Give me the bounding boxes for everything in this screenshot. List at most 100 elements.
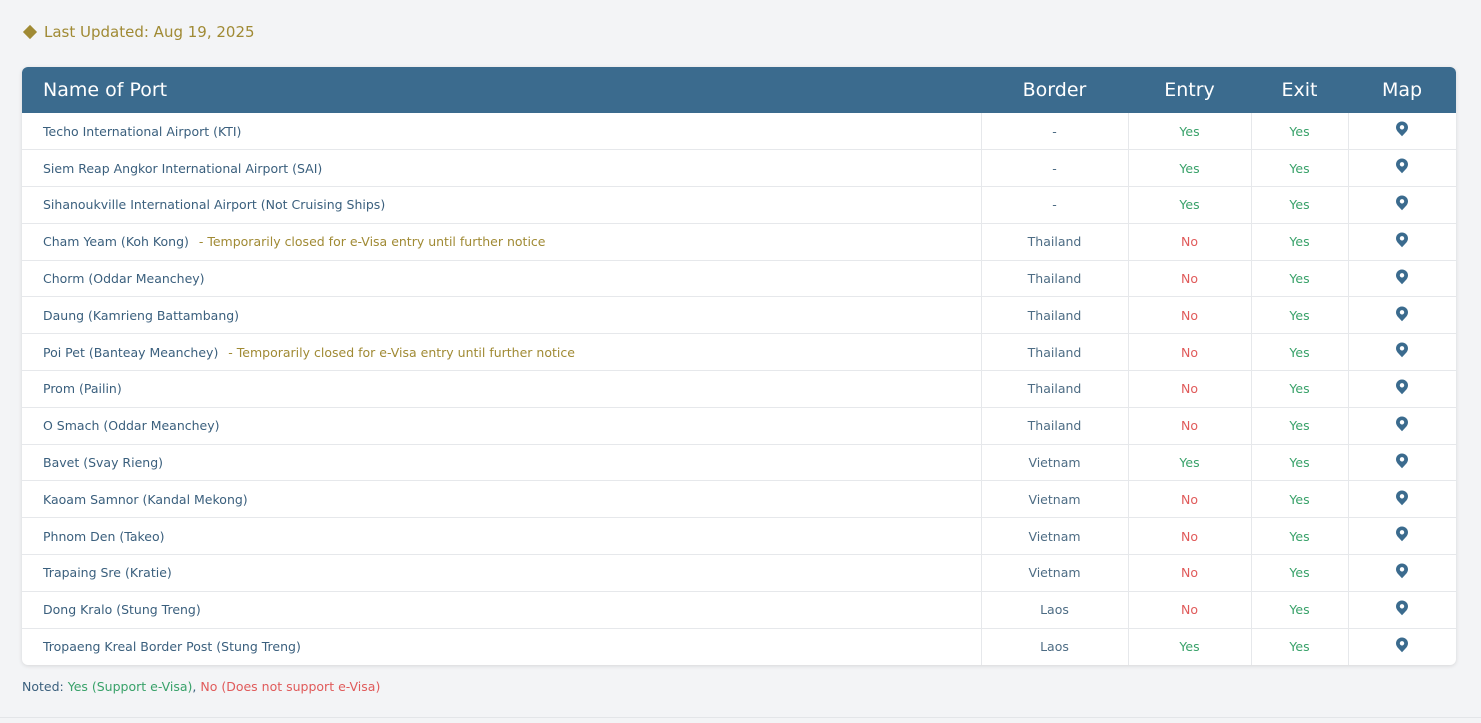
entry-cell: Yes xyxy=(1127,628,1251,665)
map-pin-icon[interactable] xyxy=(1395,490,1409,506)
table-row: Sihanoukville International Airport (Not… xyxy=(22,186,1456,224)
entry-cell: Yes xyxy=(1127,186,1251,224)
map-pin-icon[interactable] xyxy=(1395,453,1409,469)
table-row: Kaoam Samnor (Kandal Mekong) Vietnam No Yes xyxy=(22,480,1456,518)
map-pin-icon[interactable] xyxy=(1395,269,1409,285)
table-row: Chorm (Oddar Meanchey) Thailand No Yes xyxy=(22,260,1456,297)
column-header-exit: Exit xyxy=(1281,79,1318,101)
map-cell xyxy=(1347,517,1456,555)
table-row: Daung (Kamrieng Battambang) Thailand No Yes xyxy=(22,296,1456,334)
border-cell: Thailand xyxy=(980,407,1128,445)
entry-cell: No xyxy=(1127,333,1251,371)
border-cell: Laos xyxy=(980,591,1128,629)
border-cell: Thailand xyxy=(980,333,1128,371)
map-pin-icon[interactable] xyxy=(1395,416,1409,432)
table-header-row: Name of Port Border Entry Exit Map xyxy=(22,67,1456,113)
exit-cell: Yes xyxy=(1250,444,1348,481)
column-header-name: Name of Port xyxy=(43,79,168,101)
border-cell: Vietnam xyxy=(980,444,1128,481)
ports-table: Name of Port Border Entry Exit Map Techo… xyxy=(22,67,1456,665)
port-name: Prom (Pailin) xyxy=(43,381,122,397)
border-cell: Vietnam xyxy=(980,517,1128,555)
entry-cell: No xyxy=(1127,480,1251,518)
port-name-cell: Sihanoukville International Airport (Not… xyxy=(22,187,981,224)
border-cell: Vietnam xyxy=(980,554,1128,592)
table-row: Tropaeng Kreal Border Post (Stung Treng)… xyxy=(22,628,1456,665)
map-pin-icon[interactable] xyxy=(1395,637,1409,653)
exit-cell: Yes xyxy=(1250,186,1348,224)
map-cell xyxy=(1347,407,1456,445)
border-cell: Thailand xyxy=(980,370,1128,408)
closure-notice: - Temporarily closed for e-Visa entry un… xyxy=(194,234,546,250)
map-pin-icon[interactable] xyxy=(1395,563,1409,579)
port-name: Techo International Airport (KTI) xyxy=(43,123,242,139)
border-cell: - xyxy=(980,149,1128,187)
exit-cell: Yes xyxy=(1250,370,1348,408)
map-pin-icon[interactable] xyxy=(1395,379,1409,395)
port-name-cell: Tropaeng Kreal Border Post (Stung Treng) xyxy=(22,628,981,665)
border-cell: - xyxy=(980,113,1128,150)
exit-cell: Yes xyxy=(1250,223,1348,261)
entry-cell: Yes xyxy=(1127,149,1251,187)
entry-cell: No xyxy=(1127,223,1251,261)
map-cell xyxy=(1347,296,1456,334)
port-name: Dong Kralo (Stung Treng) xyxy=(43,602,201,618)
map-pin-icon[interactable] xyxy=(1395,195,1409,211)
map-pin-icon[interactable] xyxy=(1395,232,1409,248)
table-row: Siem Reap Angkor International Airport (… xyxy=(22,149,1456,187)
port-name-cell: Kaoam Samnor (Kandal Mekong) xyxy=(22,481,981,518)
map-pin-icon[interactable] xyxy=(1395,342,1409,358)
map-pin-icon[interactable] xyxy=(1395,158,1409,174)
table-row: Prom (Pailin) Thailand No Yes xyxy=(22,370,1456,408)
exit-cell: Yes xyxy=(1250,113,1348,150)
ports-table-card: Name of Port Border Entry Exit Map Techo… xyxy=(22,67,1456,665)
map-cell xyxy=(1347,480,1456,518)
border-cell: Vietnam xyxy=(980,480,1128,518)
exit-cell: Yes xyxy=(1250,296,1348,334)
exit-cell: Yes xyxy=(1250,407,1348,445)
entry-cell: No xyxy=(1127,370,1251,408)
column-header-entry: Entry xyxy=(1164,79,1215,101)
port-name: Phnom Den (Takeo) xyxy=(43,528,165,544)
border-cell: Thailand xyxy=(980,296,1128,334)
port-name: Poi Pet (Banteay Meanchey) xyxy=(43,344,219,360)
closure-notice: - Temporarily closed for e-Visa entry un… xyxy=(224,344,575,360)
port-name: Cham Yeam (Koh Kong) xyxy=(43,234,189,250)
port-name-cell: Chorm (Oddar Meanchey) xyxy=(22,260,981,297)
exit-cell: Yes xyxy=(1250,554,1348,592)
border-cell: Thailand xyxy=(980,223,1128,261)
entry-cell: No xyxy=(1127,517,1251,555)
page: Last Updated: Aug 19, 2025 Name of Port … xyxy=(0,0,1481,718)
exit-cell: Yes xyxy=(1250,149,1348,187)
last-updated-text: Last Updated: Aug 19, 2025 xyxy=(44,23,255,41)
port-name-cell: Trapaing Sre (Kratie) xyxy=(22,555,981,592)
column-header-border: Border xyxy=(1022,79,1087,101)
map-pin-icon[interactable] xyxy=(1395,600,1409,616)
border-cell: Thailand xyxy=(980,260,1128,297)
footnote: Noted: Yes (Support e-Visa), No (Does no… xyxy=(22,679,380,694)
exit-cell: Yes xyxy=(1250,517,1348,555)
table-row: Phnom Den (Takeo) Vietnam No Yes xyxy=(22,517,1456,555)
footnote-prefix: Noted: xyxy=(22,679,68,694)
port-name: Daung (Kamrieng Battambang) xyxy=(43,307,240,323)
map-pin-icon[interactable] xyxy=(1395,526,1409,542)
entry-cell: No xyxy=(1127,260,1251,297)
map-pin-icon[interactable] xyxy=(1395,121,1409,137)
map-cell xyxy=(1347,370,1456,408)
map-pin-icon[interactable] xyxy=(1395,306,1409,322)
map-cell xyxy=(1347,223,1456,261)
port-name-cell: Techo International Airport (KTI) xyxy=(22,113,981,150)
port-name-cell: Dong Kralo (Stung Treng) xyxy=(22,591,981,628)
map-cell xyxy=(1347,628,1456,665)
map-cell xyxy=(1347,554,1456,592)
entry-cell: Yes xyxy=(1127,444,1251,481)
table-row: Trapaing Sre (Kratie) Vietnam No Yes xyxy=(22,554,1456,592)
border-cell: Laos xyxy=(980,628,1128,665)
border-cell: - xyxy=(980,186,1128,224)
table-row: Poi Pet (Banteay Meanchey) - Temporarily… xyxy=(22,333,1456,371)
map-cell xyxy=(1347,444,1456,481)
map-cell xyxy=(1347,186,1456,224)
exit-cell: Yes xyxy=(1250,628,1348,665)
port-name-cell: O Smach (Oddar Meanchey) xyxy=(22,407,981,444)
table-row: Bavet (Svay Rieng) Vietnam Yes Yes xyxy=(22,444,1456,481)
